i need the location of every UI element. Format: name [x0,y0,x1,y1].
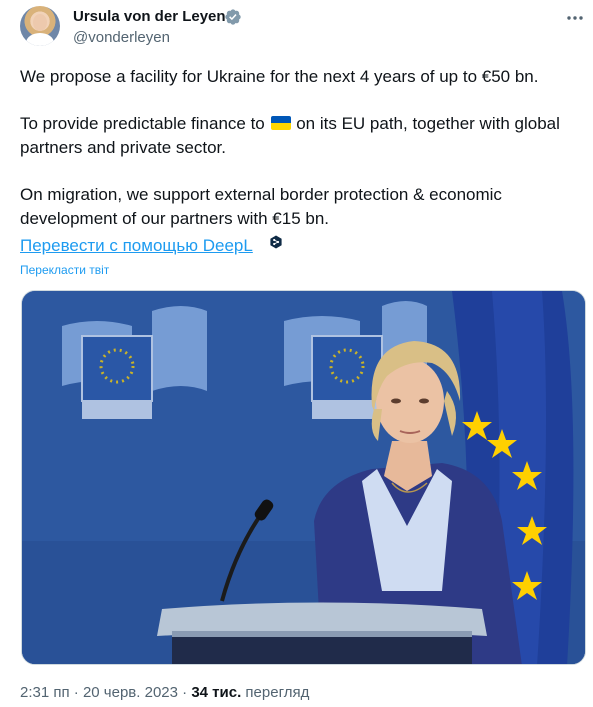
author-handle[interactable]: @vonderleyen [73,28,170,48]
tweet-text: We propose a facility for Ukraine for th… [20,65,585,231]
more-options-icon[interactable] [565,8,585,28]
tweet-paragraph-1: We propose a facility for Ukraine for th… [20,67,539,86]
views-label: перегляд [241,684,310,701]
tweet-time[interactable]: 2:31 пп [20,684,70,701]
tweet-paragraph-3: On migration, we support external border… [20,185,502,204]
avatar-body [26,33,54,46]
tweet-date[interactable]: 20 черв. 2023 [83,684,178,701]
deepl-translate-link[interactable]: Перевести с помощью DeepL [20,234,253,258]
tweet-text-fragment: To provide predictable finance to [20,114,270,133]
tweet-paragraph-2-line-2: partners and private sector. [20,138,227,157]
avatar-face [33,14,47,31]
tweet-paragraph-2: To provide predictable finance to on its… [20,112,585,136]
meta-separator: · [69,684,83,701]
tweet-text-fragment: on its EU path, together with global [291,114,560,133]
tweet-meta: 2:31 пп · 20 черв. 2023 · 34 тис. перегл… [20,684,309,702]
ukraine-flag-icon [270,116,291,130]
translate-tweet-link[interactable]: Перекласти твіт [20,262,109,278]
verified-badge-icon [225,9,241,25]
press-photo-illustration [22,291,585,664]
author-name[interactable]: Ursula von der Leyen [73,7,226,27]
tweet-card: Ursula von der Leyen @vonderleyen We pro… [0,0,593,707]
views-count: 34 тис. [191,684,242,701]
press-photo[interactable] [21,290,586,665]
author-avatar[interactable] [20,6,60,46]
meta-separator: · [177,684,192,701]
tweet-paragraph-3-line-2: development of our partners with €15 bn. [20,209,330,228]
deepl-icon[interactable] [269,235,283,249]
